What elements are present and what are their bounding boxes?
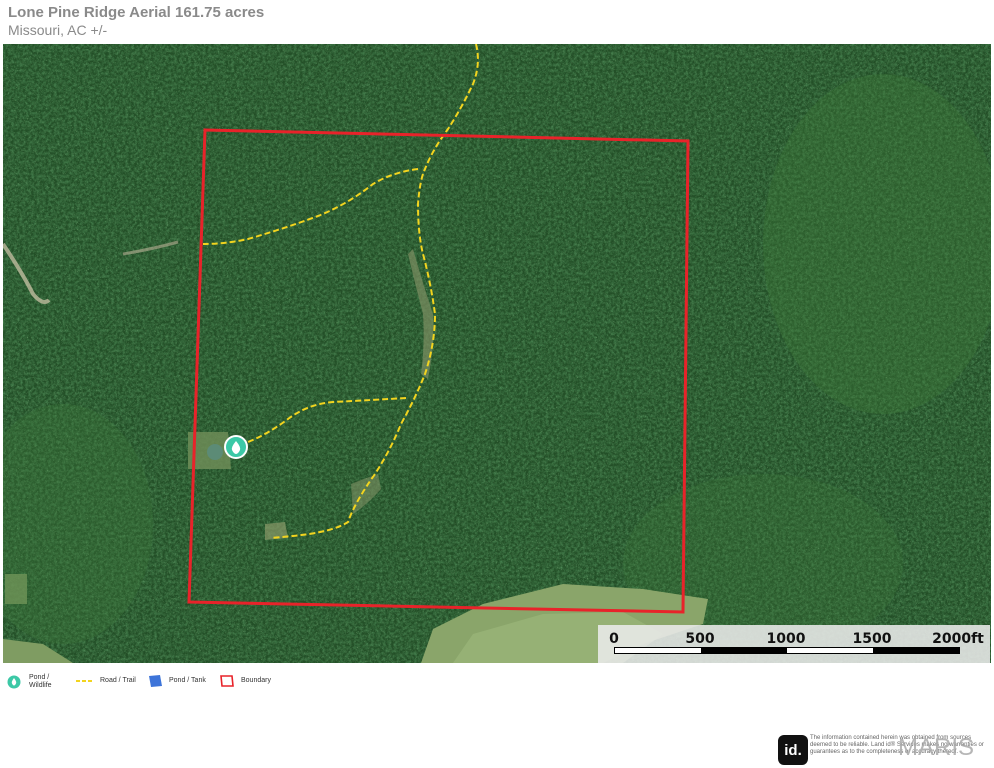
map-subtitle: Missouri, AC +/- — [8, 22, 108, 38]
pond-wildlife-marker — [224, 435, 248, 459]
boundary-outline-icon — [220, 675, 234, 687]
scale-label-1000: 1000 — [766, 631, 806, 647]
legend-label: Boundary — [241, 677, 271, 684]
legend-label: Pond / Tank — [169, 677, 206, 684]
scale-label-1500: 1500 — [852, 631, 892, 647]
legend-label: Pond / — [29, 674, 50, 681]
scale-label-500: 500 — [685, 631, 715, 647]
legend-item-boundary: Boundary — [219, 674, 271, 688]
legend-item-pond-wildlife: Pond / Wildlife — [7, 674, 52, 690]
aerial-map[interactable] — [3, 44, 991, 663]
legend-label: Road / Trail — [100, 677, 136, 684]
legend-item-road-trail: Road / Trail — [76, 677, 136, 685]
scale-bar — [614, 647, 960, 654]
polygon-icon — [149, 675, 162, 687]
scale-label-2000ft: 2000ft — [932, 631, 984, 647]
dashed-line-icon — [76, 680, 94, 682]
scale-bar-panel: 0 500 1000 1500 2000ft — [598, 625, 990, 663]
map-title: Lone Pine Ridge Aerial 161.75 acres — [8, 4, 265, 21]
landid-logo: id. — [778, 735, 808, 765]
legend-item-pond-tank: Pond / Tank — [147, 674, 206, 688]
legend-label: Wildlife — [29, 682, 52, 689]
map-legend: Pond / Wildlife Road / Trail Pond / Tank… — [0, 674, 400, 698]
maris-watermark: MARIS — [898, 734, 975, 761]
pond — [207, 444, 223, 460]
clearing-left — [5, 574, 27, 604]
droplet-marker-icon — [7, 675, 21, 689]
aerial-map-canvas — [3, 44, 991, 663]
scale-label-0: 0 — [609, 631, 619, 647]
